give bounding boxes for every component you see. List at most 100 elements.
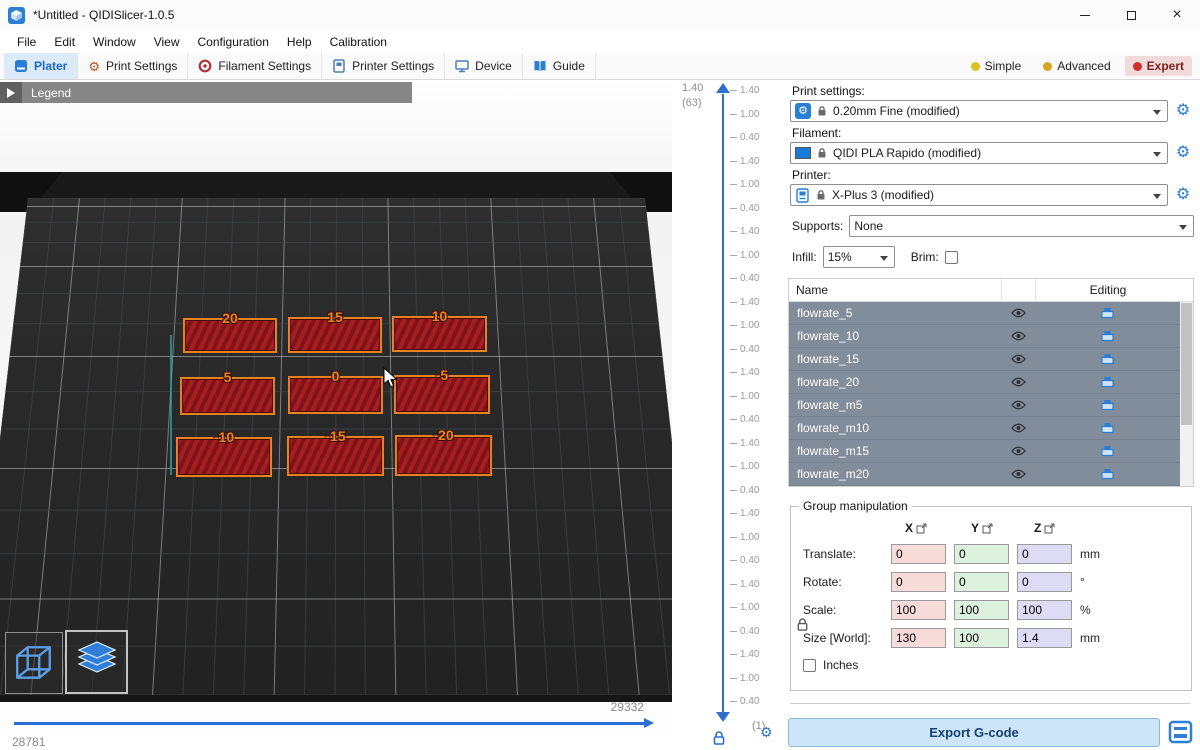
flowrate-object-patch[interactable]: -10	[176, 437, 272, 477]
flowrate-object-patch[interactable]: 10	[392, 316, 487, 352]
manipulation-z-input[interactable]	[1017, 628, 1072, 648]
object-list-row[interactable]: flowrate_m15	[789, 440, 1180, 463]
printer-combo[interactable]: X-Plus 3 (modified)	[790, 184, 1168, 206]
object-editing-icon[interactable]	[1035, 422, 1180, 434]
brim-label: Brim:	[911, 250, 939, 264]
send-to-printer-button[interactable]	[1166, 717, 1196, 747]
3d-viewport[interactable]: 20 15 10 5 0 -5 -10 -15 -20 Legend	[0, 80, 672, 750]
layer-slider-track[interactable]	[722, 94, 724, 712]
tab-device[interactable]: Device	[445, 53, 523, 79]
export-gcode-button[interactable]: Export G-code	[788, 718, 1160, 747]
move-slider-track[interactable]	[14, 722, 644, 725]
supports-combo[interactable]: None	[849, 215, 1194, 237]
flowrate-object-patch[interactable]: 5	[180, 377, 275, 415]
legend-expand-icon[interactable]	[0, 82, 22, 103]
visibility-eye-icon[interactable]	[1001, 423, 1035, 433]
close-button[interactable]: ×	[1154, 0, 1200, 30]
infill-combo[interactable]: 15%	[823, 246, 895, 268]
flowrate-object-patch[interactable]: 20	[183, 318, 277, 353]
plater-icon	[14, 59, 28, 73]
object-list-scrollbar[interactable]	[1180, 302, 1193, 486]
menu-item[interactable]: Configuration	[189, 35, 278, 49]
tick-dash-icon	[730, 372, 737, 373]
mode-advanced[interactable]: Advanced	[1035, 56, 1118, 76]
menu-item[interactable]: Calibration	[321, 35, 396, 49]
tab-plater[interactable]: Plater	[4, 53, 78, 79]
inches-checkbox[interactable]	[803, 659, 816, 672]
mode-simple[interactable]: Simple	[963, 56, 1030, 76]
layer-range-lock-icon[interactable]	[712, 730, 726, 749]
layer-slider-settings-icon[interactable]: ⚙	[760, 725, 773, 739]
3d-view-button[interactable]	[5, 632, 63, 694]
layer-slider-bottom-handle[interactable]	[716, 712, 730, 722]
tick-dash-icon	[730, 560, 737, 561]
brim-checkbox[interactable]	[945, 251, 958, 264]
printer-gear-button[interactable]: ⚙	[1172, 187, 1194, 203]
object-editing-icon[interactable]	[1035, 376, 1180, 388]
object-editing-icon[interactable]	[1035, 330, 1180, 342]
object-list-row[interactable]: flowrate_10	[789, 325, 1180, 348]
tab-filament-settings[interactable]: Filament Settings	[188, 53, 322, 79]
manipulation-rows: Translate: mm Rotate: °	[791, 543, 1191, 649]
menu-item[interactable]: View	[145, 35, 189, 49]
printer-icon	[795, 188, 810, 203]
filament-gear-button[interactable]: ⚙	[1172, 145, 1194, 161]
object-list-row[interactable]: flowrate_m10	[789, 417, 1180, 440]
manipulation-x-input[interactable]	[891, 600, 946, 620]
tab-guide[interactable]: Guide	[523, 53, 596, 79]
object-list-row[interactable]: flowrate_5	[789, 302, 1180, 325]
flowrate-object-patch[interactable]: -15	[287, 436, 384, 476]
object-list-row[interactable]: flowrate_m20	[789, 463, 1180, 486]
tab-printer-settings[interactable]: Printer Settings	[322, 53, 445, 79]
mode-expert[interactable]: Expert	[1125, 56, 1192, 76]
tick-dash-icon	[730, 678, 737, 679]
scrollbar-thumb[interactable]	[1181, 303, 1192, 425]
horizontal-move-slider[interactable]	[14, 718, 654, 729]
visibility-eye-icon[interactable]	[1001, 446, 1035, 456]
flowrate-object-patch[interactable]: -20	[395, 435, 492, 476]
tab-print-settings[interactable]: ⚙ Print Settings	[78, 53, 188, 79]
filament-combo[interactable]: QIDI PLA Rapido (modified)	[790, 142, 1168, 164]
tick-label: 1.40	[740, 156, 759, 167]
maximize-button[interactable]	[1108, 0, 1154, 30]
uniform-scale-lock-icon[interactable]	[796, 617, 809, 635]
flowrate-object-patch[interactable]: 0	[288, 376, 383, 414]
visibility-eye-icon[interactable]	[1001, 308, 1035, 318]
menu-item[interactable]: Edit	[45, 35, 84, 49]
manipulation-y-input[interactable]	[954, 572, 1009, 592]
visibility-eye-icon[interactable]	[1001, 354, 1035, 364]
print-settings-combo[interactable]: ⚙ 0.20mm Fine (modified)	[790, 100, 1168, 122]
axis-x-world-icon	[916, 523, 927, 534]
manipulation-y-input[interactable]	[954, 544, 1009, 564]
menu-item[interactable]: Window	[84, 35, 145, 49]
object-editing-icon[interactable]	[1035, 307, 1180, 319]
visibility-eye-icon[interactable]	[1001, 377, 1035, 387]
visibility-eye-icon[interactable]	[1001, 331, 1035, 341]
layers-preview-button[interactable]	[65, 630, 128, 694]
manipulation-z-input[interactable]	[1017, 600, 1072, 620]
layer-slider-top-handle[interactable]	[716, 83, 730, 93]
manipulation-y-input[interactable]	[954, 628, 1009, 648]
manipulation-z-input[interactable]	[1017, 572, 1072, 592]
print-settings-gear-button[interactable]: ⚙	[1172, 103, 1194, 119]
manipulation-x-input[interactable]	[891, 628, 946, 648]
visibility-eye-icon[interactable]	[1001, 400, 1035, 410]
object-list-row[interactable]: flowrate_15	[789, 348, 1180, 371]
object-editing-icon[interactable]	[1035, 399, 1180, 411]
menu-item[interactable]: File	[8, 35, 45, 49]
object-editing-icon[interactable]	[1035, 445, 1180, 457]
object-list-row[interactable]: flowrate_20	[789, 371, 1180, 394]
visibility-eye-icon[interactable]	[1001, 469, 1035, 479]
manipulation-z-input[interactable]	[1017, 544, 1072, 564]
object-editing-icon[interactable]	[1035, 468, 1180, 480]
object-list-row[interactable]: flowrate_m5	[789, 394, 1180, 417]
manipulation-x-input[interactable]	[891, 572, 946, 592]
flowrate-object-patch[interactable]: 15	[288, 317, 382, 353]
flowrate-object-patch[interactable]: -5	[394, 375, 490, 414]
object-editing-icon[interactable]	[1035, 353, 1180, 365]
minimize-button[interactable]	[1062, 0, 1108, 30]
legend-bar[interactable]: Legend	[0, 82, 412, 103]
manipulation-x-input[interactable]	[891, 544, 946, 564]
manipulation-y-input[interactable]	[954, 600, 1009, 620]
menu-item[interactable]: Help	[278, 35, 321, 49]
